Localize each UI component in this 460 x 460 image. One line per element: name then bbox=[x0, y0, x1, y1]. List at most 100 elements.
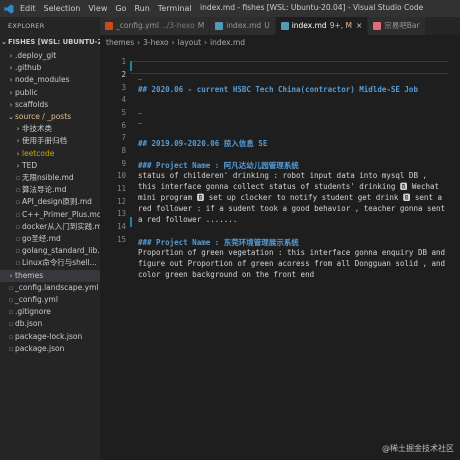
menu-item-terminal[interactable]: Terminal bbox=[158, 4, 192, 13]
file-icon: ▫ bbox=[15, 247, 21, 256]
menu-item-go[interactable]: Go bbox=[115, 4, 126, 13]
chevron-icon: › bbox=[16, 137, 20, 146]
tree-item-label: Linux命令行与shell... bbox=[22, 258, 97, 268]
tree-item[interactable]: ▫ package-lock.json bbox=[0, 331, 100, 343]
minimap[interactable] bbox=[450, 52, 460, 460]
file-icon: ▫ bbox=[8, 296, 14, 304]
tree-item[interactable]: ▫ _config.yml bbox=[0, 294, 100, 306]
menu-item-selection[interactable]: Selection bbox=[44, 4, 81, 13]
tree-item[interactable]: › node_modules bbox=[0, 74, 100, 86]
tree-item[interactable]: ▫ 算法导论.md bbox=[0, 184, 100, 196]
file-icon: ▫ bbox=[15, 186, 21, 195]
tree-item[interactable]: › .github bbox=[0, 62, 100, 74]
file-icon: ▫ bbox=[15, 235, 21, 243]
tree-item-label: API_design原则.md bbox=[22, 197, 92, 207]
vscode-icon[interactable] bbox=[4, 4, 14, 14]
tree-item[interactable]: ▫ _config.landscape.yml bbox=[0, 282, 100, 294]
tab-3[interactable]: 宗易吧Bar bbox=[368, 17, 426, 35]
tree-item[interactable]: › public bbox=[0, 87, 100, 99]
window-title: index.md - fishes [WSL: Ubuntu-20.04] - … bbox=[200, 3, 424, 12]
menu-item-view[interactable]: View bbox=[88, 4, 107, 13]
tab-modified-badge: M bbox=[197, 21, 205, 30]
tree-item[interactable]: › TED bbox=[0, 160, 100, 172]
tree-item-label: package-lock.json bbox=[15, 331, 83, 341]
menu-item-run[interactable]: Run bbox=[134, 4, 149, 13]
tree-item[interactable]: › 非技术类 bbox=[0, 123, 100, 135]
tab-label: index.md bbox=[226, 21, 262, 30]
tree-item[interactable]: ▫ .gitignore bbox=[0, 306, 100, 318]
file-type-icon bbox=[105, 22, 113, 30]
breadcrumb-item[interactable]: layout bbox=[178, 38, 201, 47]
code-line: Proportion of green vegetation : this in… bbox=[138, 248, 446, 257]
file-icon: ▫ bbox=[15, 174, 21, 182]
explorer-root[interactable]: ⌄FISHES [WSL: UBUNTU-20.04] bbox=[0, 36, 100, 48]
tree-item-label: 无限nsible.md bbox=[22, 173, 74, 182]
chevron-right-icon: › bbox=[171, 38, 175, 47]
file-type-icon bbox=[373, 22, 382, 30]
tree-item[interactable]: ▫ go圣经.md bbox=[0, 233, 100, 245]
line-number: 9 bbox=[121, 159, 126, 168]
tree-item[interactable]: ▫ docker从入门到实践.md bbox=[0, 221, 100, 233]
tree-item[interactable]: ▫ package.json bbox=[0, 343, 100, 355]
file-icon: ▫ bbox=[8, 344, 14, 353]
line-number: 1 bbox=[121, 57, 126, 66]
line-number: 2 bbox=[121, 70, 126, 79]
file-icon: ▫ bbox=[15, 210, 21, 219]
menu-bar: Edit Selection View Go Run Terminal bbox=[20, 4, 200, 13]
tree-item-label: node_modules bbox=[15, 75, 70, 85]
tree-item-label: C++_Primer_Plus.md bbox=[22, 209, 100, 219]
tree-item[interactable]: ▫ 无限nsible.md bbox=[0, 172, 100, 184]
watermark: @稀土掘金技术社区 bbox=[382, 444, 454, 453]
breadcrumb-item[interactable]: 3-hexo bbox=[143, 38, 169, 47]
tree-item-label: scaffolds bbox=[15, 99, 49, 109]
tree-item[interactable]: ⌄source / _posts bbox=[0, 111, 100, 123]
chevron-right-icon: › bbox=[137, 38, 141, 47]
tree-item-label: docker从入门到实践.md bbox=[22, 221, 100, 231]
tree-item-label: themes bbox=[15, 270, 44, 280]
editor[interactable]: 1 2 3 4 5 6 7 8 9 10 11 12 13 14 15 ~ ## 2020.06 - curr… bbox=[100, 52, 460, 460]
tab-label: _config.yml bbox=[116, 21, 159, 30]
code-line: ## 2019.09-2020.06 掠入信息 SE bbox=[138, 139, 268, 148]
chevron-icon: › bbox=[9, 52, 13, 60]
editor-tabs: _config.yml ../3-hexo Mindex.md Uindex.md 9+… bbox=[100, 17, 460, 35]
tree-item[interactable]: ▫ db.json bbox=[0, 318, 100, 330]
chevron-icon: › bbox=[9, 76, 13, 85]
line-number: 12 bbox=[116, 197, 126, 206]
line-number: 14 bbox=[116, 222, 126, 231]
tree-item[interactable]: ▫ golang_standard_lib... bbox=[0, 245, 100, 257]
breadcrumb-item[interactable]: index.md bbox=[210, 38, 245, 47]
close-icon[interactable]: × bbox=[356, 17, 362, 35]
tree-item[interactable]: › themes bbox=[0, 269, 100, 282]
tree-item-label: .deploy_git bbox=[15, 51, 57, 60]
tree-item[interactable]: ▫ API_design原则.md bbox=[0, 196, 100, 208]
line-number: 7 bbox=[121, 133, 126, 142]
tree-item-label: leetcode bbox=[22, 148, 55, 158]
tree-item-label: .gitignore bbox=[15, 307, 51, 317]
tree-item-label: _config.yml bbox=[15, 295, 58, 304]
file-icon: ▫ bbox=[8, 320, 14, 329]
tree-item[interactable]: › .deploy_git bbox=[0, 50, 100, 62]
tree-item[interactable]: › leetcode bbox=[0, 148, 100, 160]
tree-item[interactable]: ▫ C++_Primer_Plus.md bbox=[0, 209, 100, 221]
tree-item-label: source / _posts bbox=[15, 112, 72, 121]
tab-1[interactable]: index.md U bbox=[210, 17, 276, 35]
menu-item-edit[interactable]: Edit bbox=[20, 4, 36, 13]
chevron-right-icon: › bbox=[204, 38, 208, 47]
file-icon: ▫ bbox=[15, 198, 21, 207]
tree-item[interactable]: ▫ Linux命令行与shell... bbox=[0, 257, 100, 269]
file-icon: ▫ bbox=[8, 332, 14, 341]
tree-item[interactable]: › 使用手册归档 bbox=[0, 135, 100, 147]
chevron-icon: › bbox=[9, 88, 13, 97]
tree-item-label: golang_standard_lib... bbox=[22, 246, 100, 256]
line-number: 5 bbox=[121, 108, 126, 117]
tree-item-label: 非技术类 bbox=[22, 124, 52, 134]
tree-item[interactable]: › scaffolds bbox=[0, 99, 100, 111]
chevron-icon: › bbox=[9, 100, 13, 109]
tab-0[interactable]: _config.yml ../3-hexo M bbox=[100, 17, 211, 35]
chevron-icon: › bbox=[16, 149, 20, 158]
tree-item-label: public bbox=[15, 87, 38, 97]
tab-2[interactable]: index.md 9+, M × bbox=[275, 17, 369, 35]
tree-item-label: go圣经.md bbox=[22, 234, 61, 243]
chevron-icon: › bbox=[9, 64, 13, 73]
breadcrumb-item[interactable]: themes bbox=[106, 38, 134, 47]
